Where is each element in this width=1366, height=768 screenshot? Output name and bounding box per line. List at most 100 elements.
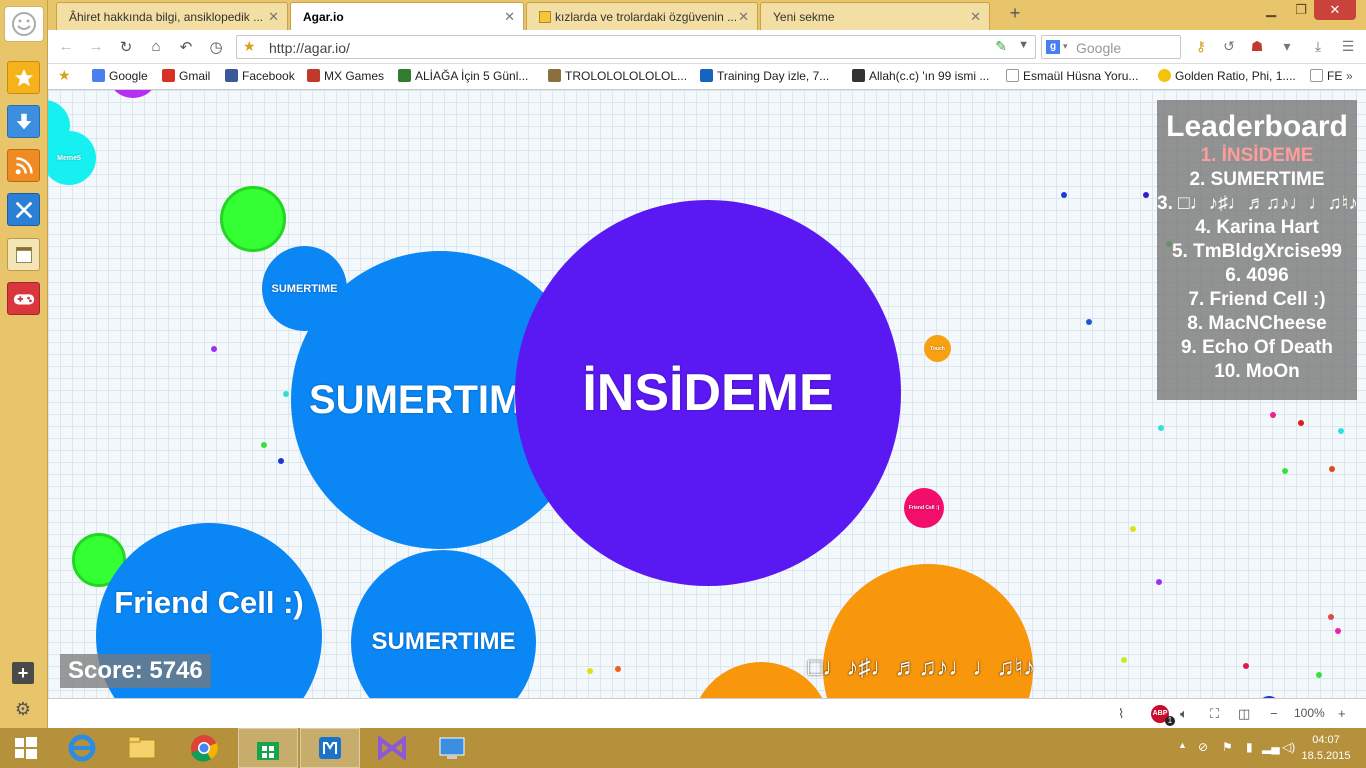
food-pellet: [1282, 468, 1288, 474]
add-sidebar-item-icon[interactable]: +: [12, 662, 34, 684]
new-tab-button[interactable]: +: [1004, 3, 1026, 24]
url-text[interactable]: http://agar.io/: [269, 40, 350, 56]
leaderboard-entry: 6. 4096: [1225, 265, 1289, 286]
search-input[interactable]: g ▾ Google: [1041, 35, 1181, 59]
hd-icon: [700, 69, 713, 82]
zoom-level[interactable]: 100%: [1294, 706, 1325, 720]
food-pellet: [1243, 663, 1249, 669]
performance-icon[interactable]: ⌇: [1118, 706, 1124, 722]
bookmark-training-day[interactable]: Training Day izle, 7...: [700, 69, 829, 83]
split-view-icon[interactable]: ◫: [1238, 706, 1250, 722]
tab-kizlarda[interactable]: kızlarda ve trolardaki özgüvenin ... ✕: [526, 2, 758, 30]
main-menu-icon[interactable]: ☰: [1338, 38, 1358, 55]
navigation-bar: ← → ↻ ⌂ ↶ ◷ ★ http://agar.io/ ✎ ▼ g ▾ Go…: [48, 30, 1366, 64]
translate-icon[interactable]: ↺: [1219, 38, 1239, 55]
zoom-in-icon[interactable]: +: [1338, 706, 1346, 721]
system-clock[interactable]: 04:07 18.5.2015: [1296, 732, 1356, 764]
rss-icon[interactable]: [7, 149, 40, 182]
close-tab-icon[interactable]: ✕: [970, 9, 981, 25]
windows-start-icon[interactable]: [6, 728, 46, 768]
download-icon[interactable]: ⤓: [1308, 38, 1328, 55]
fullscreen-icon[interactable]: ⛶: [1210, 706, 1219, 722]
maxthon-browser-icon[interactable]: [300, 728, 360, 768]
leaderboard-entry: 8. MacNCheese: [1187, 313, 1327, 334]
home-icon[interactable]: ⌂: [146, 38, 166, 55]
action-center-flag-icon[interactable]: ⚑: [1222, 740, 1233, 754]
favorites-star-icon[interactable]: [7, 61, 40, 94]
score-display: Score: 5746: [60, 654, 211, 688]
menu-dropdown-icon[interactable]: ▾: [1277, 38, 1297, 55]
control-panel-icon[interactable]: [422, 728, 482, 768]
signal-icon[interactable]: ▂▄: [1262, 740, 1280, 754]
bookmark-trololo[interactable]: TROLOLOLOLOLOL...: [548, 69, 687, 83]
google-search-icon[interactable]: g: [1046, 40, 1060, 54]
bookmark-aliaga[interactable]: ALİAĞA İçin 5 Günl...: [398, 69, 528, 83]
gamepad-icon[interactable]: [7, 282, 40, 315]
gear-icon[interactable]: ⚙: [12, 698, 34, 720]
maxthon-logo-icon[interactable]: [4, 6, 44, 42]
close-window-button[interactable]: ✕: [1314, 0, 1356, 20]
mx-games-icon: [307, 69, 320, 82]
tools-icon[interactable]: [7, 193, 40, 226]
battery-icon[interactable]: ▮: [1246, 740, 1253, 754]
pink-cell: Friend Cell :): [904, 488, 944, 528]
search-engine-dropdown-icon[interactable]: ▾: [1063, 41, 1068, 52]
network-blocked-icon[interactable]: ⊘: [1198, 740, 1208, 754]
more-bookmarks-icon[interactable]: »: [1346, 69, 1353, 83]
tab-ahiret[interactable]: Âhiret hakkında bilgi, ansiklopedik ... …: [56, 2, 288, 30]
facebook-icon: [225, 69, 238, 82]
maximize-button[interactable]: ❐: [1288, 2, 1314, 18]
url-dropdown-icon[interactable]: ▼: [1018, 39, 1029, 51]
notepad-icon[interactable]: [7, 238, 40, 271]
show-hidden-icons-icon[interactable]: ▲: [1178, 740, 1187, 750]
undo-icon[interactable]: ↶: [176, 38, 196, 56]
file-explorer-icon[interactable]: [112, 728, 172, 768]
food-pellet: [615, 666, 621, 672]
food-pellet: [1156, 579, 1162, 585]
page-favicon-icon: [539, 11, 551, 23]
volume-icon[interactable]: 🔈︎: [1180, 706, 1188, 722]
tab-yeni-sekme[interactable]: Yeni sekme ✕: [760, 2, 990, 30]
leaderboard-entry: 9. Echo Of Death: [1180, 337, 1334, 358]
key-icon[interactable]: ⚷: [1191, 38, 1211, 55]
zoom-out-icon[interactable]: −: [1270, 706, 1278, 721]
bookmark-google[interactable]: Google: [92, 69, 148, 83]
bookmark-fe[interactable]: FE: [1310, 69, 1342, 83]
feed-icon[interactable]: ✎: [995, 38, 1007, 55]
food-pellet: [1338, 428, 1344, 434]
close-tab-icon[interactable]: ✕: [268, 9, 279, 25]
download-arrow-icon[interactable]: [7, 105, 40, 138]
forward-arrow-icon[interactable]: →: [86, 38, 106, 55]
bookmark-facebook[interactable]: Facebook: [225, 69, 295, 83]
chrome-icon[interactable]: [174, 728, 234, 768]
history-clock-icon[interactable]: ◷: [206, 38, 226, 56]
game-canvas[interactable]: Meme5 SUMERTIME SUMERTIME Friend Cell :)…: [48, 90, 1366, 698]
food-pellet: [1298, 420, 1304, 426]
clock-time: 04:07: [1312, 734, 1340, 746]
address-bar[interactable]: ★ http://agar.io/ ✎ ▼: [236, 35, 1036, 59]
back-arrow-icon[interactable]: ←: [56, 38, 76, 55]
speaker-icon[interactable]: ◁): [1282, 740, 1295, 754]
internet-explorer-icon[interactable]: [52, 728, 112, 768]
leaderboard-title: Leaderboard: [1166, 110, 1348, 143]
tab-agario[interactable]: Agar.io ✕: [290, 2, 524, 31]
tab-bar: Âhiret hakkında bilgi, ansiklopedik ... …: [48, 0, 1366, 31]
windows-store-icon[interactable]: [238, 728, 298, 768]
food-pellet: [1086, 319, 1092, 325]
leaderboard: Leaderboard 1. İNSİDEME 2. SUMERTIME 3. …: [1157, 100, 1358, 400]
leaderboard-entry: 4. Karina Hart: [1195, 217, 1319, 238]
bookmarks-star-icon[interactable]: ★: [58, 67, 71, 84]
bookmark-allah-99[interactable]: Allah(c.c) 'ın 99 ismi ...: [852, 69, 989, 83]
refresh-icon[interactable]: ↻: [116, 38, 136, 56]
bookmark-mx-games[interactable]: MX Games: [307, 69, 384, 83]
close-tab-icon[interactable]: ✕: [504, 9, 515, 25]
bookmark-esmaul-husna[interactable]: Esmaül Hüsna Yoru...: [1006, 69, 1138, 83]
mx-games-icon[interactable]: ☗: [1247, 38, 1267, 55]
bookmark-golden-ratio[interactable]: Golden Ratio, Phi, 1....: [1158, 69, 1296, 83]
leaderboard-entry: 1. İNSİDEME: [1200, 145, 1314, 166]
close-tab-icon[interactable]: ✕: [738, 9, 749, 25]
visual-studio-icon[interactable]: [362, 728, 422, 768]
bookmark-star-icon[interactable]: ★: [243, 38, 256, 55]
minimize-button[interactable]: ▁: [1258, 2, 1284, 18]
bookmark-gmail[interactable]: Gmail: [162, 69, 210, 83]
